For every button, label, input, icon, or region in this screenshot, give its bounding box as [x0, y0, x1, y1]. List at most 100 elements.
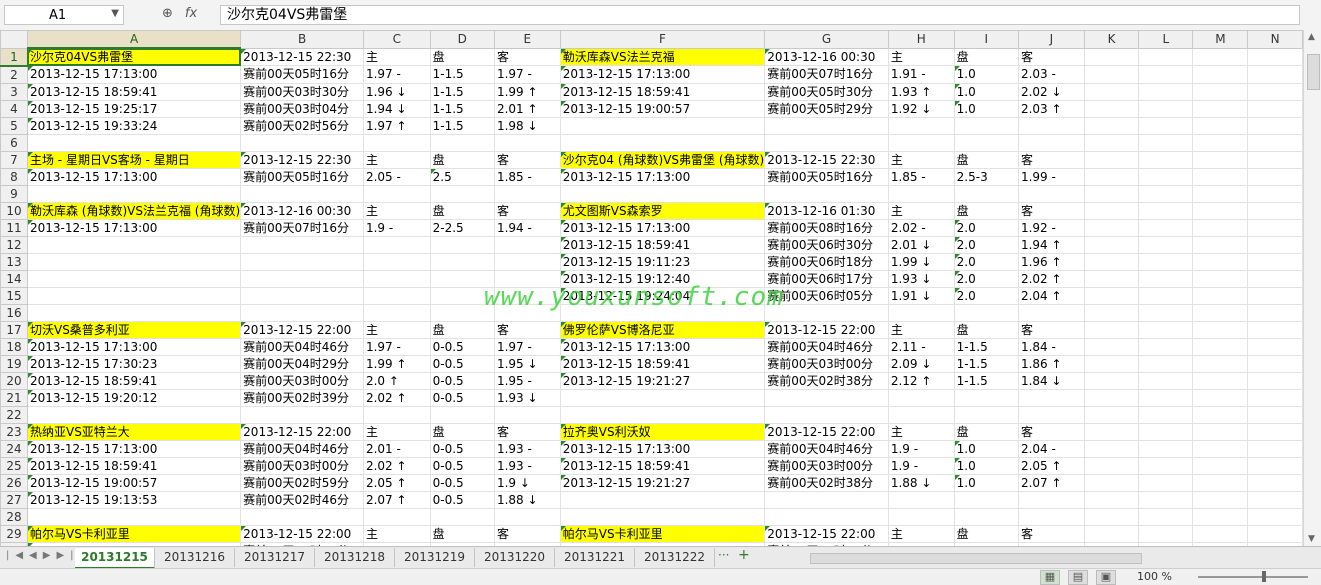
cell-E7[interactable]: 客	[493, 150, 561, 169]
row-header[interactable]: 22	[0, 405, 28, 424]
cell-D3[interactable]: 1-1.5	[429, 82, 495, 101]
tab-sheet-20131219[interactable]: 20131219	[395, 548, 475, 567]
cell-B28[interactable]	[240, 507, 364, 526]
cell-F4[interactable]: 2013-12-15 19:00:57	[559, 99, 766, 118]
cell-A17[interactable]: 切沃VS桑普多利亚	[26, 320, 242, 339]
cell-N1[interactable]	[1247, 47, 1303, 66]
cell-L28[interactable]	[1138, 507, 1194, 526]
cell-M10[interactable]	[1192, 201, 1249, 220]
row-header[interactable]: 10	[0, 201, 28, 220]
cell-E10[interactable]: 客	[493, 201, 561, 220]
cell-C12[interactable]	[362, 235, 431, 254]
cell-H1[interactable]: 主	[887, 47, 955, 66]
zoom-slider[interactable]	[1198, 576, 1308, 578]
cell-G2[interactable]: 赛前00天07时16分	[764, 65, 889, 84]
cell-B23[interactable]: 2013-12-15 22:00	[240, 422, 364, 441]
cell-G22[interactable]	[764, 405, 889, 424]
cell-J16[interactable]	[1017, 303, 1085, 322]
cell-A12[interactable]	[26, 235, 242, 254]
cell-A28[interactable]	[26, 507, 242, 526]
cell-J10[interactable]: 客	[1017, 201, 1085, 220]
cell-A2[interactable]: 2013-12-15 17:13:00	[26, 65, 242, 84]
cell-E22[interactable]	[493, 405, 561, 424]
cell-N18[interactable]	[1247, 337, 1303, 356]
cell-H24[interactable]: 1.9 -	[887, 439, 955, 458]
cell-N29[interactable]	[1247, 524, 1303, 543]
cell-L20[interactable]	[1138, 371, 1194, 390]
cell-E25[interactable]: 1.93 -	[493, 456, 561, 475]
cell-L17[interactable]	[1138, 320, 1194, 339]
cell-M2[interactable]	[1192, 65, 1249, 84]
row-header[interactable]: 14	[0, 269, 28, 288]
cell-F17[interactable]: 佛罗伦萨VS博洛尼亚	[559, 320, 766, 339]
cell-K5[interactable]	[1083, 116, 1140, 135]
cell-H11[interactable]: 2.02 -	[887, 218, 955, 237]
cell-D17[interactable]: 盘	[429, 320, 495, 339]
cell-F19[interactable]: 2013-12-15 18:59:41	[559, 354, 766, 373]
cell-F3[interactable]: 2013-12-15 18:59:41	[559, 82, 766, 101]
cell-I15[interactable]: 2.0	[953, 286, 1019, 305]
cell-M6[interactable]	[1192, 133, 1249, 152]
cell-N10[interactable]	[1247, 201, 1303, 220]
cell-C1[interactable]: 主	[362, 47, 431, 66]
cell-D12[interactable]	[429, 235, 495, 254]
cell-C24[interactable]: 2.01 -	[362, 439, 431, 458]
cell-A27[interactable]: 2013-12-15 19:13:53	[26, 490, 242, 509]
column-header-E[interactable]: E	[493, 30, 561, 49]
cell-C28[interactable]	[362, 507, 431, 526]
cell-K13[interactable]	[1083, 252, 1140, 271]
cell-A16[interactable]	[26, 303, 242, 322]
cell-A23[interactable]: 热纳亚VS亚特兰大	[26, 422, 242, 441]
cell-N3[interactable]	[1247, 82, 1303, 101]
cell-D11[interactable]: 2-2.5	[429, 218, 495, 237]
cell-B7[interactable]: 2013-12-15 22:30	[240, 150, 364, 169]
cell-A18[interactable]: 2013-12-15 17:13:00	[26, 337, 242, 356]
cell-G6[interactable]	[764, 133, 889, 152]
row-header[interactable]: 8	[0, 167, 28, 186]
cell-G19[interactable]: 赛前00天03时00分	[764, 354, 889, 373]
cell-E17[interactable]: 客	[493, 320, 561, 339]
cell-G21[interactable]	[764, 388, 889, 407]
cell-L11[interactable]	[1138, 218, 1194, 237]
cell-L7[interactable]	[1138, 150, 1194, 169]
cell-B25[interactable]: 赛前00天03时00分	[240, 456, 364, 475]
cell-K24[interactable]	[1083, 439, 1140, 458]
row-header[interactable]: 24	[0, 439, 28, 458]
cell-G18[interactable]: 赛前00天04时46分	[764, 337, 889, 356]
cell-G4[interactable]: 赛前00天05时29分	[764, 99, 889, 118]
cell-B14[interactable]	[240, 269, 364, 288]
cell-N25[interactable]	[1247, 456, 1303, 475]
cell-I13[interactable]: 2.0	[953, 252, 1019, 271]
tab-sheet-20131221[interactable]: 20131221	[555, 548, 635, 567]
cell-B13[interactable]	[240, 252, 364, 271]
cell-B24[interactable]: 赛前00天04时46分	[240, 439, 364, 458]
cell-M3[interactable]	[1192, 82, 1249, 101]
cell-L2[interactable]	[1138, 65, 1194, 84]
cell-M7[interactable]	[1192, 150, 1249, 169]
cell-K20[interactable]	[1083, 371, 1140, 390]
column-header-F[interactable]: F	[559, 30, 766, 49]
cell-B16[interactable]	[240, 303, 364, 322]
cell-M5[interactable]	[1192, 116, 1249, 135]
cell-N23[interactable]	[1247, 422, 1303, 441]
row-header[interactable]: 2	[0, 65, 28, 84]
cell-M18[interactable]	[1192, 337, 1249, 356]
cell-G24[interactable]: 赛前00天04时46分	[764, 439, 889, 458]
cell-B1[interactable]: 2013-12-15 22:30	[240, 47, 364, 66]
cell-D7[interactable]: 盘	[429, 150, 495, 169]
cell-K8[interactable]	[1083, 167, 1140, 186]
cell-C10[interactable]: 主	[362, 201, 431, 220]
cell-N28[interactable]	[1247, 507, 1303, 526]
cell-N9[interactable]	[1247, 184, 1303, 203]
row-header[interactable]: 18	[0, 337, 28, 356]
cell-E11[interactable]: 1.94 -	[493, 218, 561, 237]
cell-D21[interactable]: 0-0.5	[429, 388, 495, 407]
cell-J22[interactable]	[1017, 405, 1085, 424]
cell-G27[interactable]	[764, 490, 889, 509]
cell-I3[interactable]: 1.0	[953, 82, 1019, 101]
cell-J7[interactable]: 客	[1017, 150, 1085, 169]
more-tabs-icon[interactable]: ···	[718, 548, 729, 562]
cell-A20[interactable]: 2013-12-15 18:59:41	[26, 371, 242, 390]
cell-L29[interactable]	[1138, 524, 1194, 543]
cell-A21[interactable]: 2013-12-15 19:20:12	[26, 388, 242, 407]
